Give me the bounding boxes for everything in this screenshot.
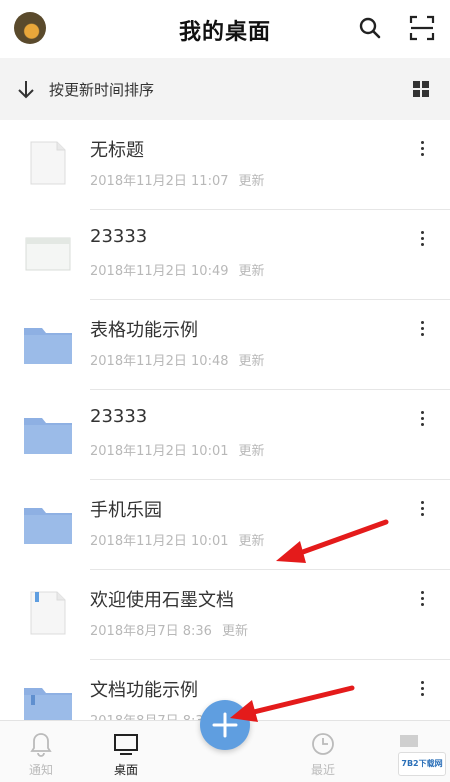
- grid-view-icon[interactable]: [412, 80, 430, 98]
- file-meta: 2018年8月7日 8:36 更新: [90, 620, 248, 639]
- more-options-icon[interactable]: [414, 320, 430, 340]
- file-date: 2018年11月2日 10:49: [90, 264, 229, 279]
- file-item[interactable]: 23333 2018年11月2日 10:49 更新: [0, 210, 450, 300]
- file-meta: 2018年11月2日 10:49 更新: [90, 260, 265, 279]
- arrow-down-icon[interactable]: [16, 78, 36, 100]
- clock-icon: [312, 733, 334, 755]
- scan-icon[interactable]: [408, 14, 436, 42]
- file-list: 无标题 2018年11月2日 11:07 更新 23333 2018年11月2日 …: [0, 120, 450, 750]
- file-date: 2018年8月7日 8:36: [90, 624, 212, 639]
- folder-icon: [24, 508, 72, 544]
- sort-bar: 按更新时间排序: [0, 58, 450, 120]
- file-status: 更新: [238, 534, 265, 549]
- more-options-icon[interactable]: [414, 140, 430, 160]
- watermark-logo: 7B2下载网: [398, 752, 446, 776]
- file-name: 欢迎使用石墨文档: [90, 590, 234, 611]
- sort-label[interactable]: 按更新时间排序: [49, 79, 154, 100]
- file-item[interactable]: 23333 2018年11月2日 10:01 更新: [0, 390, 450, 480]
- file-status: 更新: [238, 264, 265, 279]
- file-date: 2018年11月2日 10:48: [90, 354, 229, 369]
- file-item[interactable]: 欢迎使用石墨文档 2018年8月7日 8:36 更新: [0, 570, 450, 660]
- folder-icon: [24, 328, 72, 364]
- file-name: 文档功能示例: [90, 680, 198, 701]
- app-header: 我的桌面: [0, 0, 450, 58]
- nav-recent[interactable]: 最近: [288, 727, 358, 781]
- file-date: 2018年11月2日 11:07: [90, 174, 229, 189]
- file-name: 无标题: [90, 140, 144, 161]
- more-options-icon[interactable]: [414, 230, 430, 250]
- file-name: 手机乐园: [90, 500, 162, 521]
- file-date: 2018年11月2日 10:01: [90, 534, 229, 549]
- spreadsheet-icon: [25, 237, 71, 271]
- file-name: 23333: [90, 406, 148, 427]
- nav-desktop-label: 桌面: [113, 763, 138, 777]
- file-date: 2018年11月2日 10:01: [90, 444, 229, 459]
- file-name: 表格功能示例: [90, 320, 198, 341]
- file-status: 更新: [238, 174, 265, 189]
- nav-notify[interactable]: 通知: [6, 727, 76, 781]
- more-options-icon[interactable]: [414, 410, 430, 430]
- desktop-icon: [114, 734, 138, 755]
- file-meta: 2018年11月2日 10:01 更新: [90, 440, 265, 459]
- nav-recent-label: 最近: [310, 763, 335, 777]
- file-item[interactable]: 无标题 2018年11月2日 11:07 更新: [0, 120, 450, 210]
- file-item[interactable]: 手机乐园 2018年11月2日 10:01 更新: [0, 480, 450, 570]
- file-status: 更新: [221, 624, 248, 639]
- document-icon: [30, 141, 66, 185]
- document-icon: [30, 591, 66, 635]
- add-button[interactable]: [200, 700, 250, 750]
- file-status: 更新: [238, 444, 265, 459]
- more-options-icon[interactable]: [414, 680, 430, 700]
- more-options-icon[interactable]: [414, 500, 430, 520]
- file-item[interactable]: 表格功能示例 2018年11月2日 10:48 更新: [0, 300, 450, 390]
- bell-icon: [30, 733, 52, 757]
- folder-icon: [24, 418, 72, 454]
- nav-notify-label: 通知: [28, 763, 53, 777]
- file-meta: 2018年11月2日 10:48 更新: [90, 350, 265, 369]
- file-meta: 2018年11月2日 10:01 更新: [90, 530, 265, 549]
- file-name: 23333: [90, 226, 148, 247]
- plus-icon: [212, 712, 238, 738]
- file-status: 更新: [238, 354, 265, 369]
- search-icon[interactable]: [356, 14, 384, 42]
- more-options-icon[interactable]: [414, 590, 430, 610]
- file-meta: 2018年11月2日 11:07 更新: [90, 170, 265, 189]
- nav-desktop[interactable]: 桌面: [91, 727, 161, 781]
